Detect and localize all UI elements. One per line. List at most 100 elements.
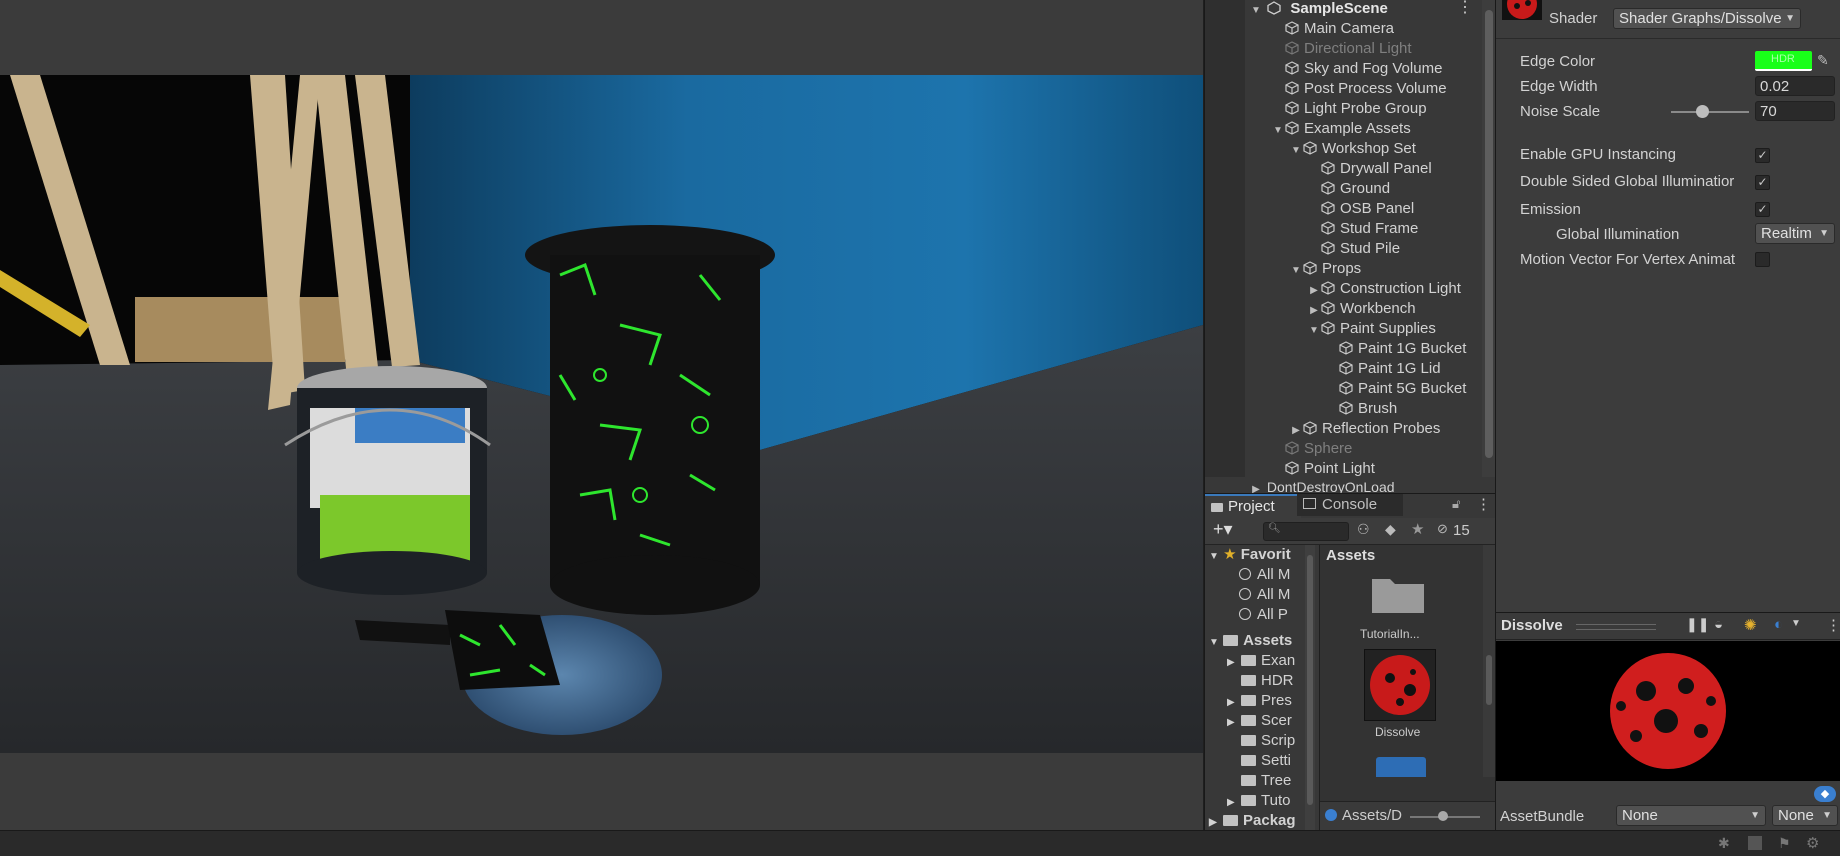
expand-arrow-icon[interactable]: ▼ <box>1307 321 1321 341</box>
assetbundle-dropdown[interactable]: None ▼ <box>1616 805 1766 826</box>
favorite-item[interactable]: All P <box>1239 605 1288 625</box>
expand-arrow-icon[interactable]: ▶ <box>1227 693 1241 713</box>
scrollbar-thumb[interactable] <box>1485 10 1493 458</box>
preview-shape-icon[interactable]: ◐ <box>1774 616 1783 633</box>
tab-project[interactable]: Project <box>1205 494 1301 518</box>
expand-arrow-icon[interactable]: ▶ <box>1227 653 1241 673</box>
noise-scale-slider[interactable] <box>1671 111 1749 113</box>
search-by-label-icon[interactable]: ◆ <box>1385 521 1396 538</box>
hierarchy-item[interactable]: Brush <box>1325 399 1397 419</box>
scene-view[interactable] <box>0 0 1203 830</box>
expand-arrow-icon[interactable]: ▶ <box>1307 301 1321 321</box>
slider-handle[interactable] <box>1696 105 1709 118</box>
asset-folder-item[interactable]: Scrip <box>1227 731 1295 751</box>
panel-menu-icon[interactable]: ⋮ <box>1476 495 1491 513</box>
hierarchy-item[interactable]: OSB Panel <box>1307 199 1414 219</box>
preview-menu-icon[interactable]: ⋮ <box>1826 616 1840 634</box>
asset-folder-item[interactable]: ▶ Exan <box>1227 651 1295 671</box>
hierarchy-panel[interactable]: ▼ SampleScene ⋮ ▶ DontDestroyOnLoad Main… <box>1204 0 1496 495</box>
favorite-item[interactable]: All M <box>1239 565 1290 585</box>
label-tag-icon[interactable]: ◆ <box>1814 786 1836 802</box>
hierarchy-item[interactable]: ▶ Workbench <box>1307 299 1415 321</box>
hierarchy-item[interactable]: Paint 1G Lid <box>1325 359 1441 379</box>
project-asset-grid[interactable]: Assets TutorialIn... Dissolve Assets/D <box>1319 545 1497 832</box>
scrollbar-thumb[interactable] <box>1307 555 1313 805</box>
sphere-mesh-icon[interactable]: ◒ <box>1714 616 1723 633</box>
hierarchy-item[interactable]: Paint 1G Bucket <box>1325 339 1466 359</box>
dissolve-material-thumbnail[interactable] <box>1364 649 1436 721</box>
pause-icon[interactable]: ❚❚ <box>1686 616 1709 633</box>
project-panel[interactable]: Project Console 🔓︎ ⋮ +▾ 🔍︎ ⚇ ◆ ★ ⊘ 15 ▼ … <box>1204 493 1497 832</box>
asset-folder-item[interactable]: ▶ Tuto <box>1227 791 1290 811</box>
hierarchy-item[interactable]: ▼ Example Assets <box>1271 119 1411 139</box>
expand-arrow-icon[interactable]: ▼ <box>1289 261 1303 281</box>
hierarchy-item[interactable]: Drywall Panel <box>1307 159 1432 179</box>
motion-vector-checkbox[interactable] <box>1755 252 1770 267</box>
expand-arrow-icon[interactable]: ▶ <box>1227 793 1241 813</box>
double-sided-gi-checkbox[interactable]: ✓ <box>1755 175 1770 190</box>
assets-header[interactable]: ▼ Assets <box>1209 631 1292 651</box>
asset-folder-item[interactable]: ▶ Pres <box>1227 691 1292 711</box>
hidden-packages-icon[interactable]: ⊘ <box>1437 521 1448 537</box>
asset-folder-item[interactable]: HDR <box>1227 671 1294 691</box>
expand-arrow-icon[interactable]: ▼ <box>1289 141 1303 161</box>
hierarchy-item[interactable]: Stud Frame <box>1307 219 1418 239</box>
search-by-type-icon[interactable]: ⚇ <box>1357 521 1370 538</box>
scene-menu-icon[interactable]: ⋮ <box>1457 0 1473 17</box>
asset-grid-scrollbar[interactable] <box>1483 545 1495 777</box>
project-search-input[interactable]: 🔍︎ <box>1263 522 1349 541</box>
hierarchy-item[interactable]: Light Probe Group <box>1271 99 1427 119</box>
expand-arrow-icon[interactable]: ▶ <box>1227 713 1241 733</box>
hierarchy-item[interactable]: Paint 5G Bucket <box>1325 379 1466 399</box>
edge-color-swatch[interactable]: HDR <box>1755 51 1812 71</box>
favorite-item[interactable]: All M <box>1239 585 1290 605</box>
assetbundle-variant-dropdown[interactable]: None ▼ <box>1772 805 1838 826</box>
hierarchy-item[interactable]: Directional Light <box>1271 39 1412 59</box>
asset-thumbnail-partial[interactable] <box>1376 757 1426 777</box>
preview-resize-handle[interactable] <box>1576 624 1656 630</box>
expand-arrow-icon[interactable]: ▼ <box>1249 1 1263 21</box>
hierarchy-item[interactable]: Main Camera <box>1271 19 1394 39</box>
project-folder-tree[interactable]: ▼ ★ Favorit All M All M All P ▼ Assets ▶ Ex… <box>1205 545 1317 831</box>
preview-panel[interactable]: Dissolve ❚❚ ◒ ✺ ◐ ▼ ⋮ ◆ AssetBundle None… <box>1495 612 1840 831</box>
favorite-star-icon[interactable]: ★ <box>1411 520 1424 538</box>
hierarchy-item[interactable]: ▼ Props <box>1289 259 1361 279</box>
asset-folder-item[interactable]: ▶ Packag <box>1209 811 1296 831</box>
hierarchy-item[interactable]: ▶ Reflection Probes <box>1289 419 1440 439</box>
gpu-instancing-checkbox[interactable]: ✓ <box>1755 148 1770 163</box>
scene-viewport[interactable] <box>0 75 1203 753</box>
hierarchy-item[interactable]: Ground <box>1307 179 1390 199</box>
favorites-header[interactable]: ▼ ★ Favorit <box>1209 545 1291 565</box>
noise-scale-field[interactable]: 70 <box>1755 101 1835 121</box>
hierarchy-item[interactable]: Post Process Volume <box>1271 79 1447 99</box>
hierarchy-item[interactable]: Sphere <box>1271 439 1352 459</box>
hierarchy-scrollbar[interactable] <box>1482 0 1496 477</box>
settings-icon[interactable]: ⚙ <box>1806 834 1819 852</box>
hierarchy-item[interactable]: ▼ Paint Supplies <box>1307 319 1436 339</box>
asset-folder-item[interactable]: Tree <box>1227 771 1291 791</box>
hierarchy-item[interactable]: ▶ Construction Light <box>1307 279 1461 299</box>
hierarchy-item[interactable]: Point Light <box>1271 459 1375 479</box>
hierarchy-item[interactable]: Sky and Fog Volume <box>1271 59 1442 79</box>
expand-arrow-icon[interactable]: ▶ <box>1289 421 1303 441</box>
emission-checkbox[interactable]: ✓ <box>1755 202 1770 217</box>
shader-dropdown[interactable]: Shader Graphs/Dissolve ▼ <box>1613 8 1801 29</box>
slider-handle[interactable] <box>1438 811 1448 821</box>
scene-header[interactable]: ▼ SampleScene <box>1249 0 1388 19</box>
tutorial-folder-thumbnail[interactable] <box>1370 573 1426 615</box>
progress-icon[interactable] <box>1748 836 1762 850</box>
notification-icon[interactable]: ⚑ <box>1778 835 1791 852</box>
debug-icon[interactable]: ✱ <box>1718 835 1730 852</box>
hierarchy-item[interactable]: ▼ Workshop Set <box>1289 139 1416 159</box>
chevron-down-icon[interactable]: ▼ <box>1791 618 1801 629</box>
expand-arrow-icon[interactable]: ▼ <box>1271 121 1285 141</box>
hierarchy-item[interactable]: Stud Pile <box>1307 239 1400 259</box>
expand-arrow-icon[interactable]: ▶ <box>1307 281 1321 301</box>
inspector-panel[interactable]: Shader Shader Graphs/Dissolve ▼ Edge Colo… <box>1495 0 1840 612</box>
asset-folder-item[interactable]: Setti <box>1227 751 1291 771</box>
lighting-icon[interactable]: ✺ <box>1744 616 1757 634</box>
edge-width-field[interactable]: 0.02 <box>1755 76 1835 96</box>
folder-tree-scrollbar[interactable] <box>1305 545 1315 831</box>
create-plus-icon[interactable]: +▾ <box>1213 519 1233 540</box>
eyedropper-icon[interactable]: ✎ <box>1817 52 1829 69</box>
